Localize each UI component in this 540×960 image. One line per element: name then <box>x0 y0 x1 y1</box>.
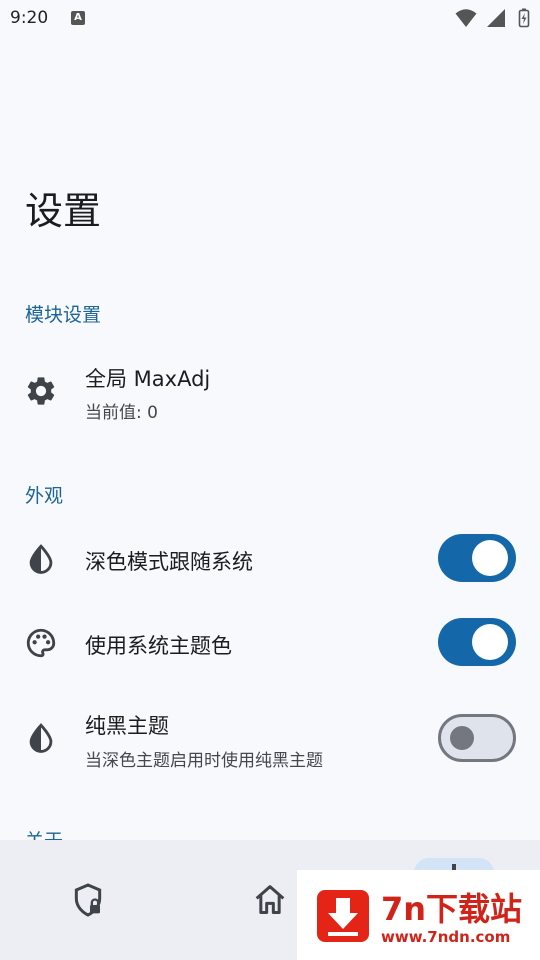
home-icon[interactable] <box>250 880 290 920</box>
page-title: 设置 <box>25 189 102 233</box>
pref-global-maxadj[interactable]: 全局 MaxAdj 当前值: 0 <box>0 350 540 436</box>
switch-thumb <box>472 624 508 660</box>
system-theme-color-switch[interactable] <box>438 618 516 666</box>
watermark-url: www.7ndn.com <box>381 928 511 946</box>
download-arrow-icon <box>317 890 369 942</box>
palette-icon <box>26 628 56 658</box>
watermark-overlay: 7n下载站 www.7ndn.com <box>297 870 540 960</box>
pure-black-theme-switch[interactable] <box>438 714 516 762</box>
status-bar: 9:20 A <box>0 0 540 36</box>
pref-summary: 当前值: 0 <box>85 403 158 423</box>
dark-follow-system-switch[interactable] <box>438 534 516 582</box>
notification-icon: A <box>71 11 85 25</box>
section-header-appearance: 外观 <box>25 485 64 507</box>
switch-thumb <box>472 540 508 576</box>
pref-system-theme-color[interactable]: 使用系统主题色 <box>0 604 540 682</box>
wifi-icon <box>455 9 477 27</box>
watermark-title: 7n下载站 <box>381 890 523 928</box>
switch-thumb <box>450 726 474 750</box>
gear-icon <box>27 377 55 405</box>
status-icons <box>455 8 530 28</box>
contrast-drop-icon <box>29 544 53 574</box>
pref-title: 全局 MaxAdj <box>85 367 211 391</box>
pref-summary: 当深色主题启用时使用纯黑主题 <box>85 751 323 771</box>
pref-title: 纯黑主题 <box>85 714 169 738</box>
pref-title: 深色模式跟随系统 <box>85 550 253 574</box>
pref-pure-black-theme[interactable]: 纯黑主题 当深色主题启用时使用纯黑主题 <box>0 690 540 786</box>
shield-lock-icon[interactable] <box>68 880 108 920</box>
signal-icon <box>486 9 505 27</box>
pref-dark-follow-system[interactable]: 深色模式跟随系统 <box>0 520 540 598</box>
section-header-module: 模块设置 <box>25 304 102 326</box>
contrast-drop-icon <box>29 723 53 753</box>
status-time: 9:20 <box>10 8 49 28</box>
pref-title: 使用系统主题色 <box>85 634 232 658</box>
battery-icon <box>518 8 530 28</box>
